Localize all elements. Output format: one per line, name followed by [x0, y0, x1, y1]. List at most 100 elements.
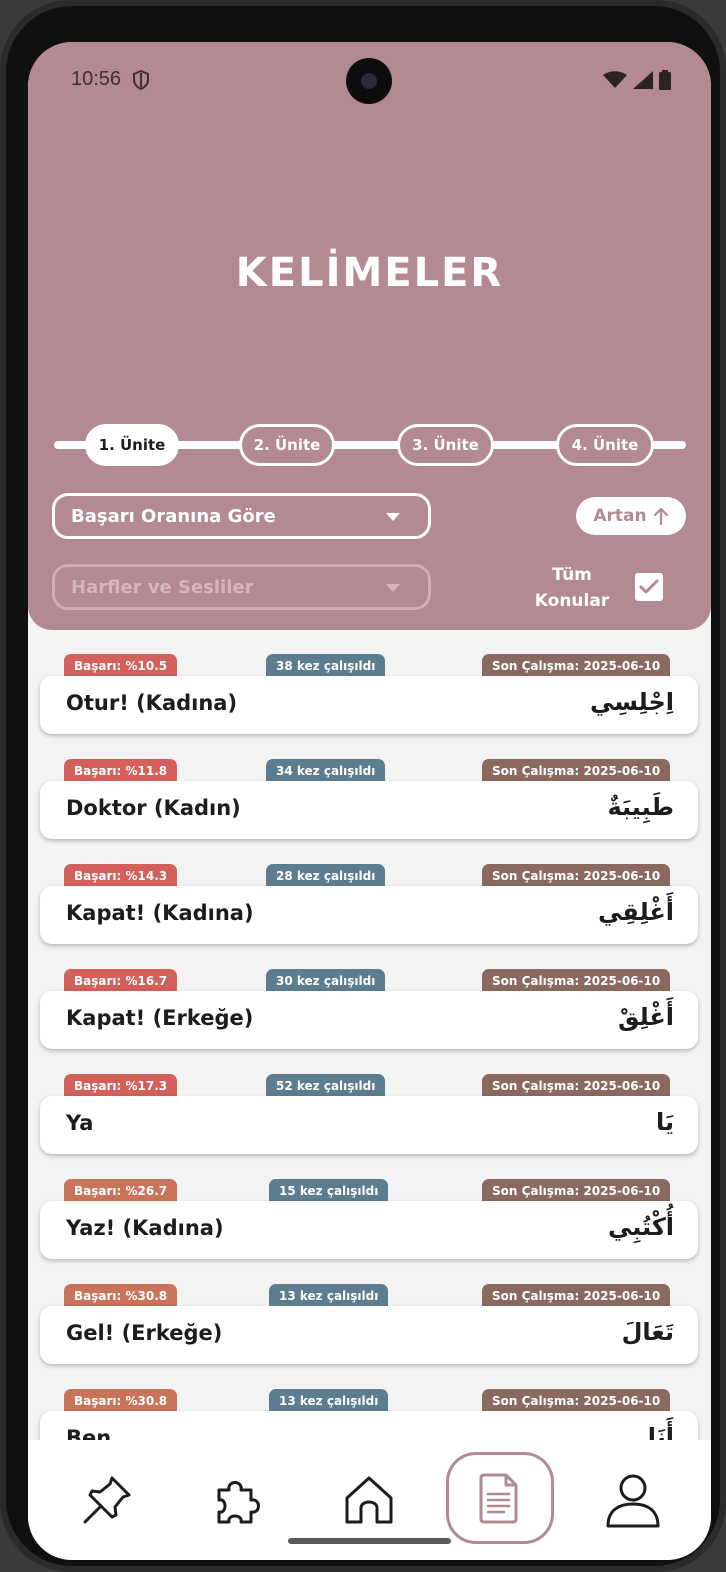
study-count-badge: 13 kez çalışıldı [269, 1389, 389, 1413]
study-count-badge: 30 kez çalışıldı [266, 969, 386, 993]
all-topics-checkbox[interactable] [635, 573, 663, 601]
word-list: Başarı: %10.5 38 kez çalışıldı Son Çalış… [28, 650, 711, 1440]
tab-unit-3[interactable]: 3. Ünite [397, 424, 494, 466]
status-time: 10:56 [71, 68, 122, 90]
tab-unit-2[interactable]: 2. Ünite [239, 424, 335, 466]
sort-select[interactable]: Başarı Oranına Göre [52, 493, 431, 539]
tab-unit-4[interactable]: 4. Ünite [556, 424, 654, 466]
success-badge: Başarı: %30.8 [64, 1389, 178, 1413]
home-icon [345, 1476, 393, 1524]
word-card[interactable]: Kapat! (Kadına) أَغْلِقِي [40, 886, 698, 944]
topic-select-placeholder: Harfler ve Sesliler [71, 576, 254, 598]
battery-icon [659, 70, 671, 90]
success-badge: Başarı: %17.3 [64, 1074, 178, 1098]
page-title: KELİMELER [235, 250, 504, 296]
puzzle-icon [217, 1481, 260, 1524]
arabic-word: أَغْلِقْ [617, 1003, 674, 1031]
list-item[interactable]: Başarı: %11.8 34 kez çalışıldı Son Çalış… [40, 759, 698, 859]
study-count-badge: 15 kez çalışıldı [269, 1179, 389, 1203]
nav-words-active[interactable] [446, 1452, 554, 1544]
last-study-badge: Son Çalışma: 2025-06-10 [482, 654, 671, 678]
all-topics-label-line1: Tüm [552, 565, 592, 585]
turkish-word: Gel! (Erkeğe) [66, 1321, 223, 1345]
success-badge: Başarı: %30.8 [64, 1284, 178, 1308]
nav-pin[interactable] [72, 1465, 142, 1535]
word-card[interactable]: Kapat! (Erkeğe) أَغْلِقْ [40, 991, 698, 1049]
last-study-badge: Son Çalışma: 2025-06-10 [482, 969, 671, 993]
wifi-icon [603, 71, 627, 88]
arabic-word: أَغْلِقِي [598, 898, 674, 926]
list-item[interactable]: Başarı: %16.7 30 kez çalışıldı Son Çalış… [40, 969, 698, 1069]
arabic-word: أُكْتُبِي [607, 1213, 674, 1241]
topic-select[interactable]: Harfler ve Sesliler [52, 564, 431, 610]
arrow-up-icon [653, 507, 668, 525]
word-card[interactable]: Yaz! (Kadına) أُكْتُبِي [40, 1201, 698, 1259]
order-button[interactable]: Artan [576, 497, 686, 535]
bottom-nav [28, 1440, 711, 1560]
arabic-word: تَعَالَ [621, 1318, 674, 1346]
arabic-word: طَبِيبَةٌ [607, 793, 674, 821]
nav-home[interactable] [334, 1465, 404, 1535]
last-study-badge: Son Çalışma: 2025-06-10 [482, 759, 671, 783]
last-study-badge: Son Çalışma: 2025-06-10 [482, 1389, 671, 1413]
word-card[interactable]: Ya يَا [40, 1096, 698, 1154]
phone-frame: 10:56 KELİMELER 1. Ünite 2. Ünite 3. Üni… [0, 0, 726, 1572]
arabic-word: يَا [655, 1108, 674, 1136]
pin-icon [83, 1476, 131, 1524]
study-count-badge: 34 kez çalışıldı [266, 759, 386, 783]
profile-icon [606, 1474, 660, 1528]
nav-profile[interactable] [598, 1465, 668, 1535]
all-topics-label-line2: Konular [534, 591, 610, 611]
turkish-word: Kapat! (Erkeğe) [66, 1006, 254, 1030]
caret-down-icon [386, 513, 400, 521]
phone-bezel: 10:56 KELİMELER 1. Ünite 2. Ünite 3. Üni… [6, 6, 720, 1566]
success-badge: Başarı: %16.7 [64, 969, 178, 993]
word-card[interactable]: Otur! (Kadına) اِجْلِسِي [40, 676, 698, 734]
system-icons [603, 70, 671, 90]
turkish-word: Ben [66, 1426, 112, 1440]
word-card[interactable]: Doktor (Kadın) طَبِيبَةٌ [40, 781, 698, 839]
turkish-word: Doktor (Kadın) [66, 796, 241, 820]
last-study-badge: Son Çalışma: 2025-06-10 [482, 864, 671, 888]
word-card[interactable]: Ben أَنَا [40, 1411, 698, 1440]
turkish-word: Kapat! (Kadına) [66, 901, 254, 925]
nav-puzzle[interactable] [202, 1465, 272, 1535]
sort-select-value: Başarı Oranına Göre [71, 505, 276, 527]
study-count-badge: 28 kez çalışıldı [266, 864, 386, 888]
success-badge: Başarı: %14.3 [64, 864, 178, 888]
shield-icon [133, 70, 149, 90]
last-study-badge: Son Çalışma: 2025-06-10 [482, 1074, 671, 1098]
front-camera [346, 58, 392, 104]
list-item[interactable]: Başarı: %30.8 13 kez çalışıldı Son Çalış… [40, 1284, 698, 1384]
success-badge: Başarı: %26.7 [64, 1179, 178, 1203]
order-button-label: Artan [593, 506, 647, 526]
study-count-badge: 13 kez çalışıldı [269, 1284, 389, 1308]
study-count-badge: 38 kez çalışıldı [266, 654, 386, 678]
signal-icon [633, 71, 653, 89]
list-item[interactable]: Başarı: %30.8 13 kez çalışıldı Son Çalış… [40, 1389, 698, 1440]
document-icon [479, 1473, 518, 1524]
turkish-word: Yaz! (Kadına) [66, 1216, 224, 1240]
caret-down-icon [386, 584, 400, 592]
list-item[interactable]: Başarı: %17.3 52 kez çalışıldı Son Çalış… [40, 1074, 698, 1174]
word-card[interactable]: Gel! (Erkeğe) تَعَالَ [40, 1306, 698, 1364]
status-bar: 10:56 [28, 42, 711, 118]
list-item[interactable]: Başarı: %14.3 28 kez çalışıldı Son Çalış… [40, 864, 698, 964]
last-study-badge: Son Çalışma: 2025-06-10 [482, 1179, 671, 1203]
tab-unit-1[interactable]: 1. Ünite [85, 424, 179, 466]
last-study-badge: Son Çalışma: 2025-06-10 [482, 1284, 671, 1308]
checkmark-icon [639, 579, 659, 594]
home-indicator[interactable] [288, 1538, 451, 1544]
success-badge: Başarı: %10.5 [64, 654, 178, 678]
list-item[interactable]: Başarı: %10.5 38 kez çalışıldı Son Çalış… [40, 654, 698, 754]
turkish-word: Otur! (Kadına) [66, 691, 238, 715]
screen: 10:56 KELİMELER 1. Ünite 2. Ünite 3. Üni… [28, 42, 711, 1560]
study-count-badge: 52 kez çalışıldı [266, 1074, 386, 1098]
success-badge: Başarı: %11.8 [64, 759, 178, 783]
arabic-word: أَنَا [647, 1423, 674, 1440]
all-topics-label: Tüm Konular [526, 562, 618, 614]
list-item[interactable]: Başarı: %26.7 15 kez çalışıldı Son Çalış… [40, 1179, 698, 1279]
turkish-word: Ya [66, 1111, 94, 1135]
header: 10:56 KELİMELER 1. Ünite 2. Ünite 3. Üni… [28, 42, 711, 630]
arabic-word: اِجْلِسِي [589, 688, 674, 716]
